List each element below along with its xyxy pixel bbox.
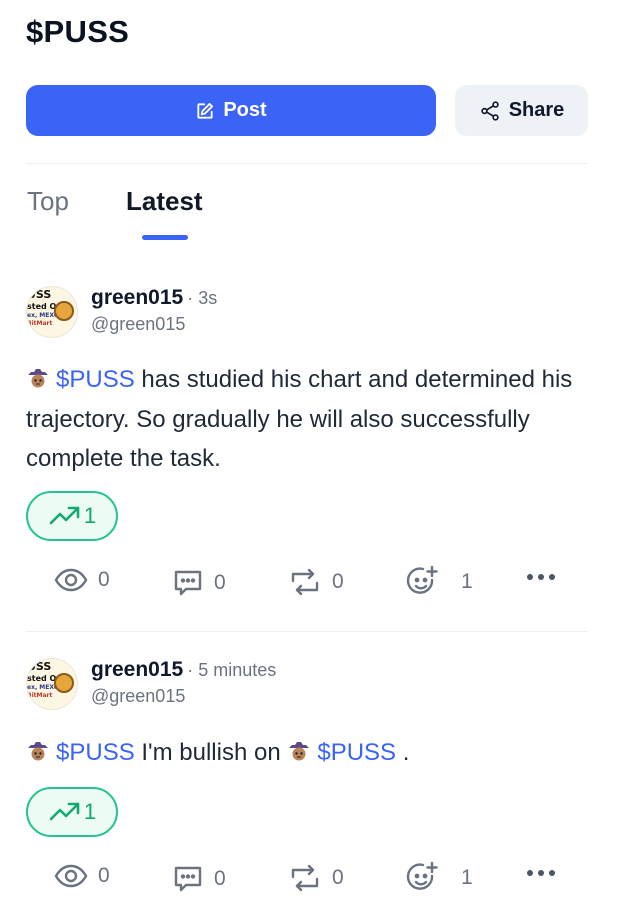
repost-icon — [291, 864, 319, 892]
avatar[interactable]: USS sted On ex, MEXC, BitMart — [26, 286, 78, 338]
timestamp: · 5 minutes — [187, 660, 277, 680]
share-icon — [480, 100, 499, 121]
views-stat[interactable]: 0 — [54, 567, 110, 593]
avatar[interactable]: USS sted On ex, MEXC, BitMart — [26, 658, 78, 710]
comment-icon — [174, 866, 202, 892]
comments-stat[interactable]: 0 — [172, 567, 226, 599]
add-reaction-icon — [406, 565, 438, 594]
more-horizontal-icon — [527, 870, 555, 876]
post-actions: 0 0 0 1 — [0, 565, 640, 605]
tab-latest[interactable]: Latest — [126, 186, 203, 217]
eye-icon — [54, 568, 88, 592]
more-options-button[interactable] — [526, 573, 556, 581]
trend-count: 1 — [83, 799, 97, 824]
cat-cowboy-emoji-icon — [289, 742, 310, 761]
divider — [26, 631, 588, 632]
ticker-link[interactable]: $PUSS — [56, 366, 135, 393]
reposts-stat[interactable]: 0 — [288, 567, 344, 597]
post-text: $PUSS I'm bullish on $PUSS . — [26, 733, 606, 773]
post-text: $PUSS has studied his chart and determin… — [26, 366, 573, 472]
divider — [26, 163, 588, 164]
reactions-stat[interactable]: 1 — [405, 565, 473, 599]
coin-icon — [54, 673, 74, 693]
user-handle[interactable]: @green015 — [91, 314, 185, 335]
repost-icon — [291, 568, 319, 596]
trend-button[interactable]: 1 — [26, 491, 118, 541]
share-button[interactable]: Share — [455, 85, 588, 136]
post-actions: 0 0 0 1 — [0, 861, 640, 901]
user-handle[interactable]: @green015 — [91, 686, 185, 707]
add-reaction-icon — [406, 861, 438, 890]
trending-up-icon — [49, 506, 80, 525]
reactions-stat[interactable]: 1 — [405, 861, 473, 895]
cat-cowboy-emoji-icon — [28, 369, 48, 388]
more-horizontal-icon — [527, 574, 555, 580]
ticker-link[interactable]: $PUSS — [56, 739, 135, 766]
username[interactable]: green015 · 3s — [91, 286, 217, 310]
edit-icon — [197, 102, 214, 119]
more-options-button[interactable] — [526, 869, 556, 877]
trend-count: 1 — [83, 503, 97, 528]
comment-icon — [174, 570, 202, 596]
timestamp: · 3s — [187, 288, 218, 308]
username[interactable]: green015 · 5 minutes — [91, 658, 276, 682]
tab-top[interactable]: Top — [27, 186, 69, 217]
active-tab-indicator — [142, 235, 188, 240]
ticker-link[interactable]: $PUSS — [317, 739, 396, 766]
reposts-stat[interactable]: 0 — [288, 863, 344, 893]
comments-stat[interactable]: 0 — [172, 863, 226, 895]
page-title: $PUSS — [26, 14, 130, 49]
trending-up-icon — [49, 802, 80, 821]
cat-cowboy-emoji-icon — [28, 742, 48, 761]
post-button-label: Post — [223, 99, 267, 121]
share-button-label: Share — [508, 99, 565, 121]
trend-button[interactable]: 1 — [26, 787, 118, 837]
views-stat[interactable]: 0 — [54, 863, 110, 889]
coin-icon — [54, 301, 74, 321]
eye-icon — [54, 864, 88, 888]
post-button[interactable]: Post — [26, 85, 436, 136]
